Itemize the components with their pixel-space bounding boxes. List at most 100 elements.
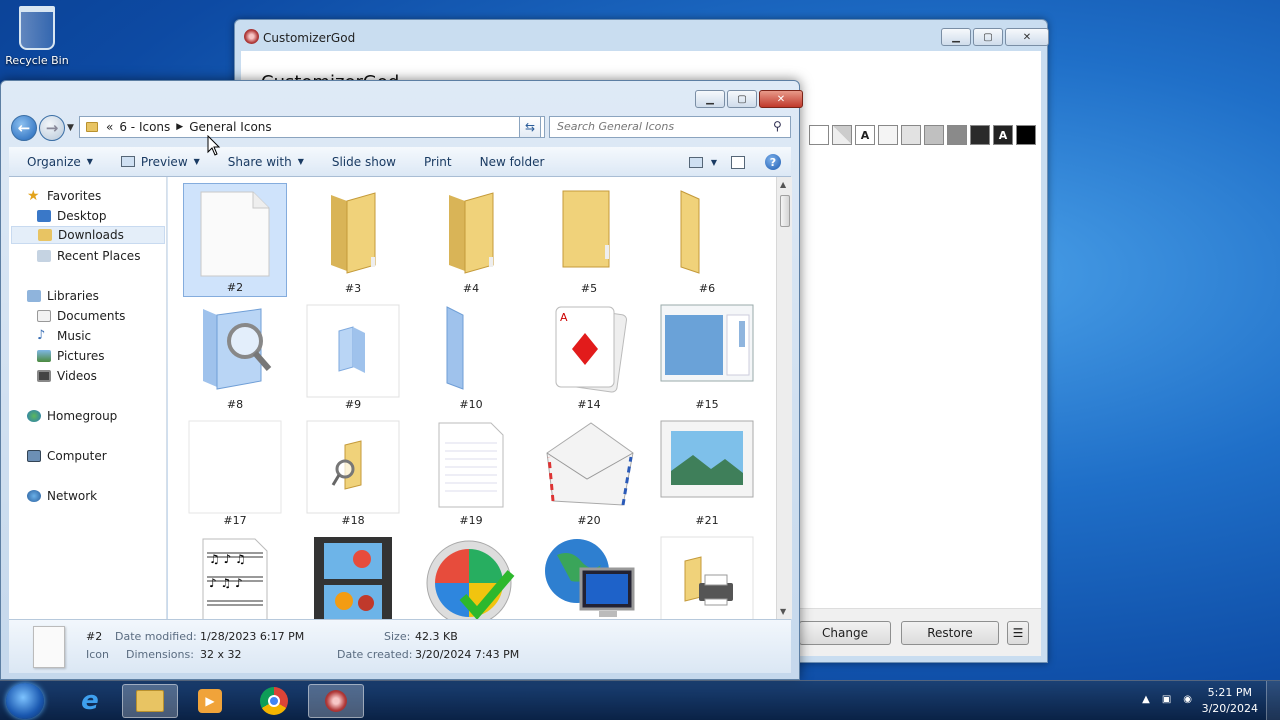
icon-tile-windows-check[interactable] [419, 531, 523, 619]
nav-pictures[interactable]: Pictures [37, 347, 105, 365]
swatch-black[interactable] [1016, 125, 1036, 145]
recycle-bin-shortcut[interactable]: Recycle Bin [4, 6, 70, 67]
folder-icon [449, 192, 494, 274]
swatch-letter-light[interactable]: A [855, 125, 875, 145]
explorer-close-button[interactable]: ✕ [759, 90, 803, 108]
tile-label: #14 [577, 398, 601, 411]
slide-show-button[interactable]: Slide show [332, 155, 396, 169]
taskbar-windows-explorer[interactable] [122, 684, 178, 718]
icon-tile-8[interactable]: #8 [183, 299, 287, 413]
menu-button[interactable]: ☰ [1007, 621, 1029, 645]
breadcrumb-parent[interactable]: 6 - Icons [119, 120, 170, 134]
cg-close-button[interactable]: ✕ [1005, 28, 1049, 46]
breadcrumb-separator-icon[interactable]: ▶ [176, 122, 183, 132]
show-hidden-icons-icon[interactable]: ▲ [1142, 694, 1150, 705]
icon-tile-19[interactable]: #19 [419, 415, 523, 529]
icon-tile-folder-printer[interactable] [655, 531, 759, 619]
swatch-dark[interactable] [970, 125, 990, 145]
nav-recent-places[interactable]: Recent Places [37, 247, 140, 265]
dimensions-value: 32 x 32 [200, 648, 242, 661]
folder-icon [331, 192, 376, 274]
search-input[interactable]: Search General Icons [549, 116, 791, 138]
empty-icon [188, 420, 282, 514]
restore-button[interactable]: Restore [901, 621, 999, 645]
taskbar-media-player[interactable]: ▶ [182, 684, 238, 718]
icon-tile-film-strip[interactable] [301, 531, 405, 619]
view-options-icon[interactable]: ▼ [688, 156, 717, 168]
volume-tray-icon[interactable]: ◉ [1183, 694, 1192, 705]
explorer-window[interactable]: ▁ ▢ ✕ ← → ▼ « 6 - Icons ▶ General Icons … [0, 80, 803, 680]
breadcrumb-overflow[interactable]: « [106, 120, 113, 134]
back-button[interactable]: ← [11, 115, 37, 141]
tile-label: #17 [223, 514, 247, 527]
nav-videos[interactable]: Videos [37, 367, 97, 385]
taskbar-customizergod[interactable] [308, 684, 364, 718]
icon-tile-9[interactable]: #9 [301, 299, 405, 413]
icon-tile-17[interactable]: #17 [183, 415, 287, 529]
taskbar-internet-explorer[interactable]: e [62, 684, 118, 718]
scroll-up-icon[interactable]: ▲ [780, 180, 786, 189]
share-with-menu[interactable]: Share with ▼ [228, 155, 304, 169]
icon-tile-2[interactable]: #2 [183, 183, 287, 297]
scroll-down-icon[interactable]: ▼ [780, 607, 786, 616]
nav-network[interactable]: Network [27, 487, 97, 505]
small-blue-folder-icon [306, 304, 400, 398]
swatch-light-2[interactable] [901, 125, 921, 145]
taskbar: e ▶ ▲ ▣ ◉ 5:21 PM 3/20/2024 [0, 680, 1280, 720]
nav-music[interactable]: ♪ Music [37, 327, 91, 345]
cg-maximize-button[interactable]: ▢ [973, 28, 1003, 46]
icon-tile-sheet-music[interactable]: ♫ ♪ ♫ ♪ ♫ ♪ [183, 531, 287, 619]
explorer-minimize-button[interactable]: ▁ [695, 90, 725, 108]
swatch-light-1[interactable] [878, 125, 898, 145]
swatch-letter-dark[interactable]: A [993, 125, 1013, 145]
icon-tile-20[interactable]: #20 [537, 415, 641, 529]
nav-desktop[interactable]: Desktop [37, 207, 107, 225]
icon-tile-14[interactable]: A #14 [537, 299, 641, 413]
nav-homegroup[interactable]: Homegroup [27, 407, 117, 425]
nav-favorites[interactable]: ★ Favorites [27, 187, 101, 205]
icon-tile-5[interactable]: #5 [537, 183, 641, 297]
address-bar[interactable]: « 6 - Icons ▶ General Icons ▼ [79, 116, 545, 138]
explorer-maximize-button[interactable]: ▢ [727, 90, 757, 108]
swatch-checker[interactable] [832, 125, 852, 145]
tile-label: #21 [695, 514, 719, 527]
search-icon[interactable]: ⚲ [773, 119, 785, 133]
refresh-button[interactable]: ⇆ [519, 116, 541, 138]
icon-tile-18[interactable]: #18 [301, 415, 405, 529]
icon-tile-3[interactable]: #3 [301, 183, 405, 297]
swatch-gray-1[interactable] [924, 125, 944, 145]
show-desktop-button[interactable] [1266, 681, 1280, 720]
preview-menu[interactable]: Preview ▼ [120, 155, 200, 169]
cg-minimize-button[interactable]: ▁ [941, 28, 971, 46]
network-tray-icon[interactable]: ▣ [1162, 694, 1171, 705]
vertical-scrollbar[interactable]: ▲ ▼ [776, 177, 792, 619]
scrollbar-thumb[interactable] [780, 195, 790, 227]
new-folder-button[interactable]: New folder [480, 155, 545, 169]
nav-computer[interactable]: Computer [27, 447, 107, 465]
clock[interactable]: 5:21 PM 3/20/2024 [1202, 685, 1258, 717]
forward-button[interactable]: → [39, 115, 65, 141]
nav-downloads[interactable]: Downloads [11, 226, 165, 244]
film-strip-icon [314, 537, 392, 619]
icon-tile-21[interactable]: #21 [655, 415, 759, 529]
command-bar: Organize ▼ Preview ▼ Share with ▼ Slide sho… [9, 147, 791, 177]
preview-pane-icon[interactable] [731, 155, 745, 169]
icon-tile-6[interactable]: #6 [655, 183, 759, 297]
nav-libraries[interactable]: Libraries [27, 287, 99, 305]
taskbar-chrome[interactable] [246, 684, 302, 718]
icon-tile-10[interactable]: #10 [419, 299, 523, 413]
start-button[interactable] [6, 683, 44, 719]
organize-menu[interactable]: Organize ▼ [27, 155, 93, 169]
recent-pages-dropdown-icon[interactable]: ▼ [67, 123, 74, 133]
icon-tile-globe-monitor[interactable] [537, 531, 641, 619]
change-button[interactable]: Change [799, 621, 891, 645]
print-button[interactable]: Print [424, 155, 452, 169]
swatch-gray-2[interactable] [947, 125, 967, 145]
blue-folder-side-icon [446, 306, 464, 390]
help-button[interactable]: ? [765, 154, 781, 170]
swatch-white[interactable] [809, 125, 829, 145]
nav-documents[interactable]: Documents [37, 307, 125, 325]
icon-tile-15[interactable]: #15 [655, 299, 759, 413]
breadcrumb-current[interactable]: General Icons [189, 120, 271, 134]
icon-tile-4[interactable]: #4 [419, 183, 523, 297]
